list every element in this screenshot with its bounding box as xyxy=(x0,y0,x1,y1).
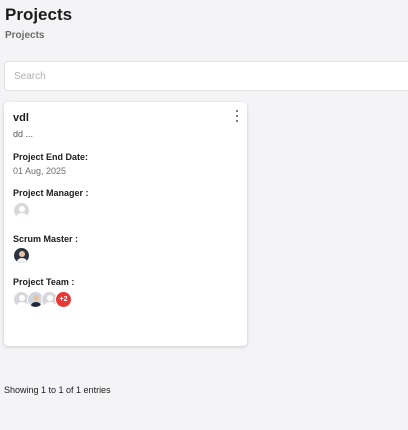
more-vertical-icon[interactable] xyxy=(233,110,241,122)
project-card[interactable]: vdl dd ... Project End Date: 01 Aug, 202… xyxy=(4,102,247,346)
entries-info: Showing 1 to 1 of 1 entries xyxy=(4,385,111,395)
project-end-date-label: Project End Date: xyxy=(13,152,89,162)
scrum-master-avatar[interactable] xyxy=(13,247,30,264)
project-manager-label: Project Manager : xyxy=(13,188,89,198)
project-description: dd ... xyxy=(13,129,34,139)
project-manager-avatar[interactable] xyxy=(13,202,30,219)
page-title: Projects xyxy=(5,5,73,24)
scrum-master-label: Scrum Master : xyxy=(13,234,79,244)
breadcrumb[interactable]: Projects xyxy=(5,30,44,41)
search-input[interactable] xyxy=(4,61,408,91)
project-team-label: Project Team : xyxy=(13,277,75,287)
project-end-date: 01 Aug, 2025 xyxy=(13,166,67,176)
project-name: vdl xyxy=(13,112,29,124)
project-team-avatars: +2 xyxy=(13,291,72,308)
team-more-badge[interactable]: +2 xyxy=(55,291,72,308)
